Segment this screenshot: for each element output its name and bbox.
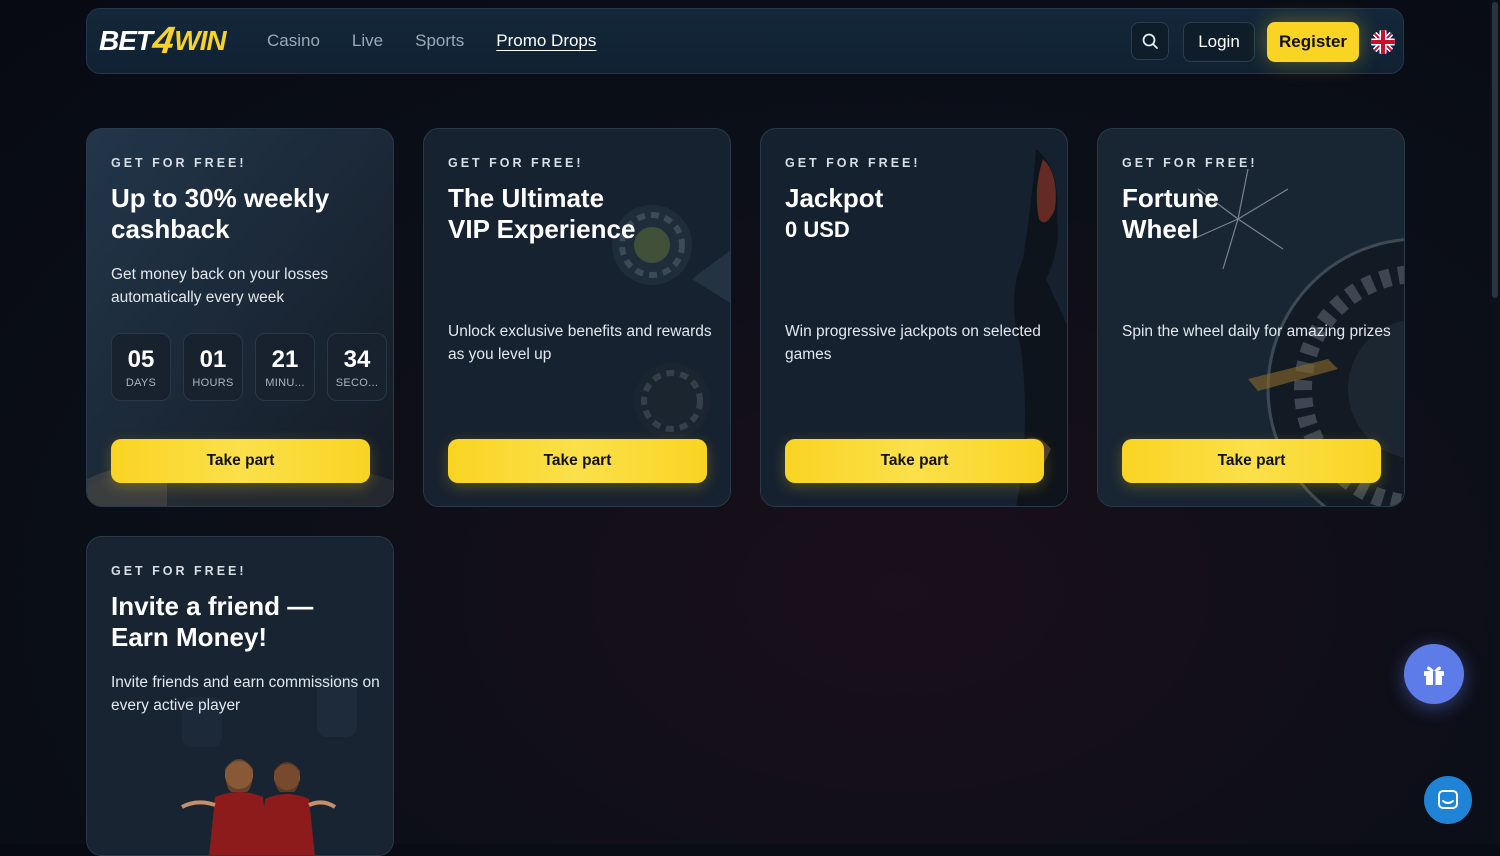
promo-card-vip: GET FOR FREE! The Ultimate VIP Experienc… xyxy=(423,128,731,507)
promo-title-line1: Invite a friend — xyxy=(111,591,314,621)
countdown-seconds: 34 SECO... xyxy=(327,333,387,401)
nav-item-live[interactable]: Live xyxy=(352,31,383,51)
countdown-seconds-value: 34 xyxy=(343,345,371,373)
logo-text-win: WIN xyxy=(174,25,226,56)
countdown-minutes-label: MINU... xyxy=(265,376,305,389)
brand-logo[interactable]: BET 4 WIN xyxy=(99,20,227,62)
promo-tag: GET FOR FREE! xyxy=(448,156,584,170)
countdown-days-value: 05 xyxy=(127,345,155,373)
promo-card-fortune-wheel: GET FOR FREE! Fortune Wheel Spin the whe… xyxy=(1097,128,1405,507)
page-scrollbar[interactable] xyxy=(1490,0,1500,844)
promo-title-line2: Wheel xyxy=(1122,214,1199,244)
promo-card-cashback: GET FOR FREE! Up to 30% weekly cashback … xyxy=(86,128,394,507)
promo-title-line1: Jackpot xyxy=(785,183,884,213)
promo-title-line2: Earn Money! xyxy=(111,622,268,652)
promo-title-line1: The Ultimate xyxy=(448,183,605,213)
countdown-days-label: DAYS xyxy=(125,376,157,389)
search-icon xyxy=(1142,33,1158,49)
chat-button[interactable] xyxy=(1424,776,1472,824)
logo-text-bet: BET xyxy=(99,25,153,56)
promo-description: Invite friends and earn commissions on e… xyxy=(111,674,380,714)
nav-item-promo-drops[interactable]: Promo Drops xyxy=(496,31,596,51)
promo-title-line2: VIP Experience xyxy=(448,214,636,244)
take-part-button[interactable]: Take part xyxy=(1122,439,1381,483)
chat-icon xyxy=(1438,790,1458,809)
take-part-button[interactable]: Take part xyxy=(448,439,707,483)
countdown-seconds-label: SECO... xyxy=(335,376,379,389)
nav-item-sports[interactable]: Sports xyxy=(415,31,464,51)
language-selector[interactable] xyxy=(1371,30,1395,54)
promo-title: Fortune Wheel xyxy=(1122,183,1392,245)
promo-tag: GET FOR FREE! xyxy=(1122,156,1258,170)
promo-title: The Ultimate VIP Experience xyxy=(448,183,718,245)
gift-icon xyxy=(1424,666,1444,685)
countdown-minutes: 21 MINU... xyxy=(255,333,315,401)
countdown-minutes-value: 21 xyxy=(271,345,299,373)
uk-flag-icon xyxy=(1371,30,1395,54)
promo-description: Unlock exclusive benefits and rewards as… xyxy=(448,323,712,363)
promo-description: Spin the wheel daily for amazing prizes xyxy=(1122,323,1391,340)
promo-description: Win progressive jackpots on selected gam… xyxy=(785,323,1041,363)
promo-tag: GET FOR FREE! xyxy=(111,156,247,170)
promo-tag: GET FOR FREE! xyxy=(111,564,247,578)
countdown-days: 05 DAYS xyxy=(111,333,171,401)
promo-card-jackpot: GET FOR FREE! Jackpot 0 USD Win progress… xyxy=(760,128,1068,507)
scrollbar-thumb[interactable] xyxy=(1492,2,1498,298)
take-part-button[interactable]: Take part xyxy=(111,439,370,483)
promo-title: Jackpot 0 USD xyxy=(785,183,1055,245)
gift-button[interactable] xyxy=(1404,644,1464,704)
jackpot-amount: 0 USD xyxy=(785,217,850,242)
nav-item-casino[interactable]: Casino xyxy=(267,31,320,51)
take-part-button[interactable]: Take part xyxy=(785,439,1044,483)
main-nav: Casino Live Sports Promo Drops xyxy=(267,31,596,51)
promo-title-line1: Fortune xyxy=(1122,183,1219,213)
promo-card-invite-friend: GET FOR FREE! Invite a friend — Earn Mon… xyxy=(86,536,394,856)
promo-description: Get money back on your losses automatica… xyxy=(111,266,329,306)
logo-text-4: 4 xyxy=(150,19,177,62)
login-button[interactable]: Login xyxy=(1183,22,1255,62)
top-header: BET 4 WIN Casino Live Sports Promo Drops… xyxy=(86,8,1404,74)
promo-tag: GET FOR FREE! xyxy=(785,156,921,170)
register-button[interactable]: Register xyxy=(1267,22,1359,62)
countdown-hours-value: 01 xyxy=(199,345,227,373)
promo-title: Invite a friend — Earn Money! xyxy=(111,591,381,653)
search-button[interactable] xyxy=(1131,22,1169,60)
countdown-hours: 01 HOURS xyxy=(183,333,243,401)
countdown-hours-label: HOURS xyxy=(192,376,234,389)
countdown-timer: 05 DAYS 01 HOURS 21 MINU... 34 SECO... xyxy=(111,333,387,401)
promo-title: Up to 30% weekly cashback xyxy=(111,183,330,244)
